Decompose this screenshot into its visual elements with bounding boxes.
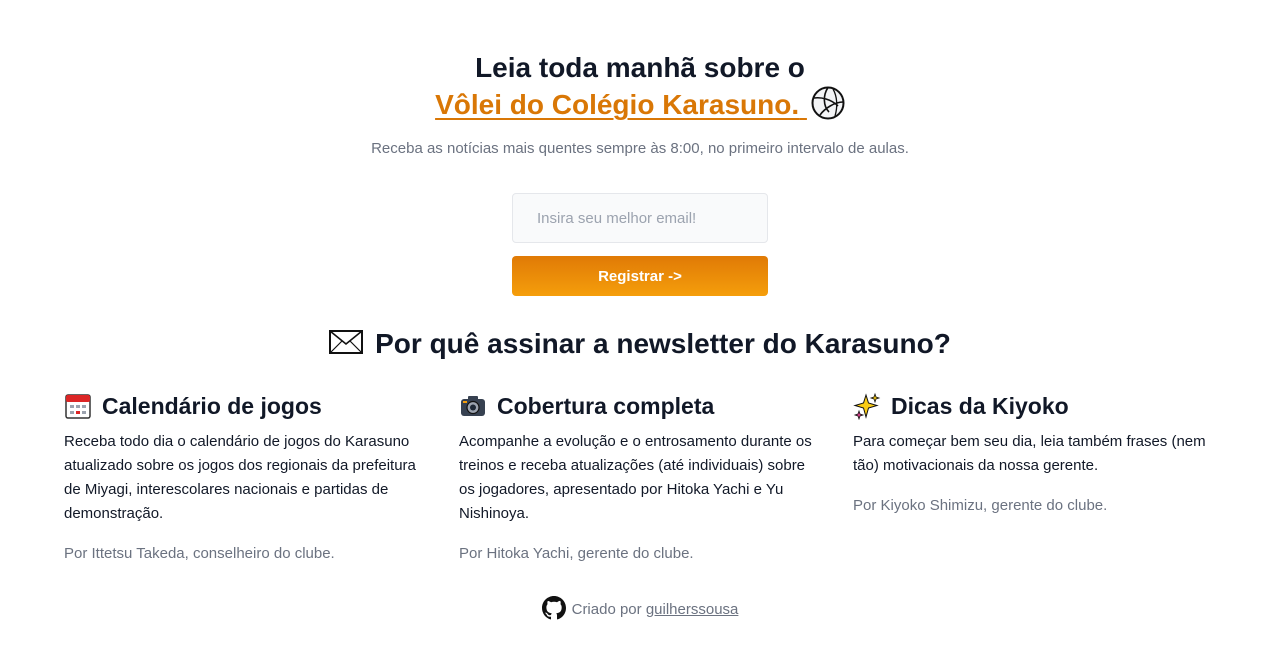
volleyball-icon	[811, 86, 845, 120]
feature-title: Calendário de jogos	[64, 390, 424, 422]
camera-icon	[461, 396, 485, 416]
feature-byline: Por Kiyoko Shimizu, gerente do clube.	[853, 497, 1108, 514]
hero-line2-link[interactable]: Vôlei do Colégio Karasuno.	[435, 86, 845, 123]
why-subscribe-title: Por quê assinar a newsletter do Karasuno…	[0, 328, 1280, 360]
feature-calendar: Calendário de jogos Receba todo dia o ca…	[64, 390, 424, 566]
feature-title-text: Dicas da Kiyoko	[891, 393, 1069, 419]
subtitle: Receba as notícias mais quentes sempre à…	[371, 140, 909, 157]
footer-prefix: Criado por	[571, 601, 642, 618]
feature-title-text: Calendário de jogos	[102, 393, 322, 419]
sparkles-icon	[853, 392, 881, 420]
hero-line2-text: Vôlei do Colégio Karasuno.	[435, 89, 800, 120]
feature-coverage: Cobertura completa Acompanhe a evolução …	[459, 390, 819, 566]
feature-description: Para começar bem seu dia, leia também fr…	[853, 433, 1206, 474]
email-field[interactable]	[512, 193, 768, 243]
feature-byline: Por Ittetsu Takeda, conselheiro do clube…	[64, 545, 335, 562]
calendar-icon	[65, 394, 91, 419]
github-icon[interactable]	[541, 596, 566, 620]
page: Leia toda manhã sobre o Vôlei do Colégio…	[0, 0, 1280, 653]
feature-title: Dicas da Kiyoko	[853, 390, 1213, 422]
feature-title: Cobertura completa	[459, 390, 819, 422]
hero-line1: Leia toda manhã sobre o	[475, 52, 805, 83]
envelope-icon	[329, 330, 364, 354]
feature-byline: Por Hitoka Yachi, gerente do clube.	[459, 545, 694, 562]
author-link[interactable]: guilherssousa	[646, 601, 739, 618]
feature-tips: Dicas da Kiyoko Para começar bem seu dia…	[853, 390, 1213, 518]
footer: Criado por guilherssousa	[0, 596, 1280, 620]
hero-title: Leia toda manhã sobre o Vôlei do Colégio…	[0, 50, 1280, 123]
feature-title-text: Cobertura completa	[497, 393, 715, 419]
feature-description: Acompanhe a evolução e o entrosamento du…	[459, 433, 812, 522]
feature-description: Receba todo dia o calendário de jogos do…	[64, 433, 416, 522]
why-title-text: Por quê assinar a newsletter do Karasuno…	[375, 328, 951, 359]
register-button[interactable]: Registrar ->	[512, 256, 768, 296]
